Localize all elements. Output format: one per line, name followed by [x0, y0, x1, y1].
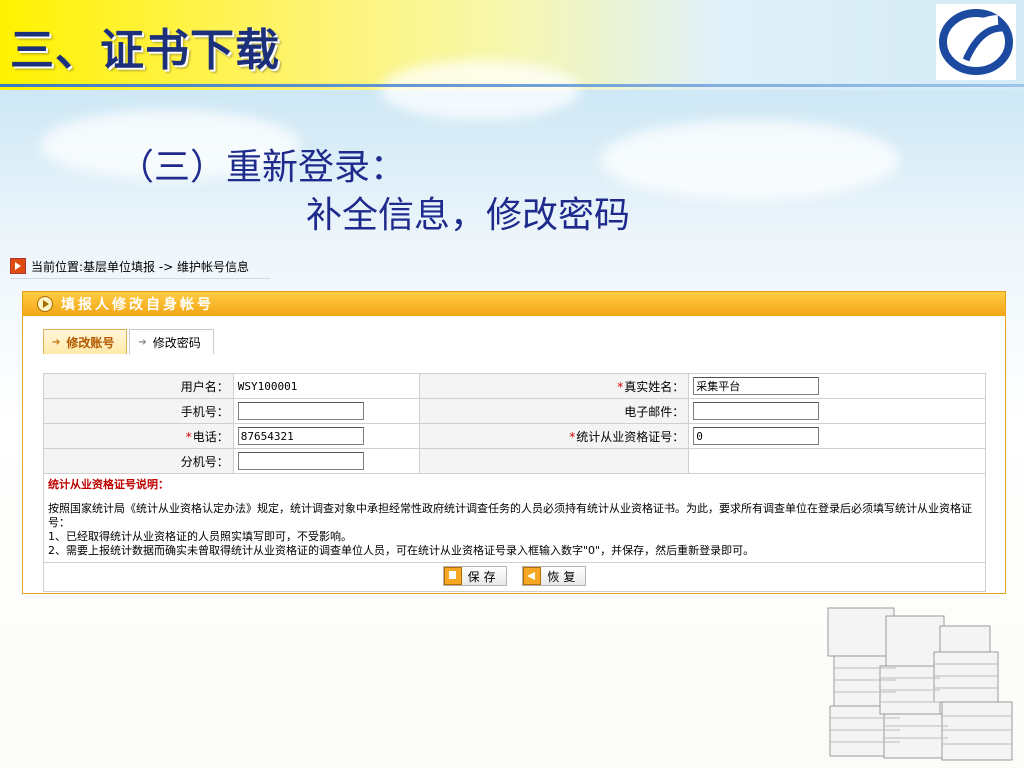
- location-arrow-icon: [10, 258, 26, 274]
- panel-title: 填报人修改自身帐号: [61, 297, 214, 313]
- arrow-right-icon: ➔: [138, 336, 147, 348]
- cloud-decoration: [600, 120, 900, 200]
- save-button-label: 保存: [467, 569, 500, 584]
- section-heading: （三）重新登录：: [118, 147, 407, 188]
- required-mark: *: [617, 379, 624, 394]
- form-row: 用户名： WSY100001 *真实姓名：: [43, 373, 986, 399]
- mobile-label: 手机号：: [43, 398, 234, 424]
- cert-note-row: 统计从业资格证号说明： 按照国家统计局《统计从业资格认定办法》规定，统计调查对象…: [43, 473, 986, 563]
- account-edit-panel: 填报人修改自身帐号 ➔ 修改账号 ➔ 修改密码 用户名： WSY100001 *…: [22, 291, 1006, 594]
- form-row: 分机号：: [43, 448, 986, 474]
- section-subheading: 补全信息，修改密码: [306, 195, 631, 236]
- username-label: 用户名：: [43, 373, 234, 399]
- arrow-circle-icon: [37, 296, 53, 312]
- breadcrumb-text: 当前位置:基层单位填报 -> 维护帐号信息: [31, 259, 250, 274]
- tab-label: 修改账号: [66, 335, 115, 350]
- ext-input[interactable]: [237, 452, 364, 470]
- title-divider: [0, 84, 1024, 87]
- company-logo: [936, 4, 1016, 80]
- ext-label: 分机号：: [43, 448, 234, 474]
- restore-button[interactable]: 恢复: [522, 566, 587, 586]
- cert-label: 统计从业资格证号：: [576, 429, 685, 444]
- cloud-decoration: [380, 60, 580, 120]
- slide-title: 三、证书下载: [10, 25, 280, 76]
- undo-icon: [523, 567, 542, 585]
- form-row: 手机号： 电子邮件：: [43, 398, 986, 424]
- arrow-right-icon: ➔: [52, 336, 61, 348]
- breadcrumb-divider: [10, 278, 270, 279]
- paper-stack-illustration: [822, 596, 1018, 764]
- realname-label: 真实姓名：: [624, 379, 685, 394]
- realname-input[interactable]: [693, 377, 820, 395]
- note-item: 1、已经取得统计从业资格证的人员照实填写即可，不受影响。: [48, 530, 352, 543]
- required-mark: *: [569, 429, 576, 444]
- note-title: 统计从业资格证号说明：: [48, 478, 169, 491]
- phone-input[interactable]: [237, 427, 364, 445]
- email-label: 电子邮件：: [418, 398, 690, 424]
- phone-label: 电话：: [192, 429, 229, 444]
- tab-bar: ➔ 修改账号 ➔ 修改密码: [43, 329, 216, 355]
- button-row: 保存 恢复: [43, 562, 986, 592]
- required-mark: *: [185, 429, 192, 444]
- email-input[interactable]: [693, 402, 820, 420]
- note-paragraph: 按照国家统计局《统计从业资格认定办法》规定，统计调查对象中承担经常性政府统计调查…: [48, 502, 972, 529]
- mobile-input[interactable]: [237, 402, 364, 420]
- username-value: WSY100001: [237, 380, 298, 393]
- account-form: 用户名： WSY100001 *真实姓名： 手机号： 电子邮件： *电话： *统…: [43, 373, 986, 592]
- save-icon: [443, 567, 462, 585]
- form-row: *电话： *统计从业资格证号：: [43, 423, 986, 449]
- note-item: 2、需要上报统计数据而确实未曾取得统计从业资格证的调查单位人员，可在统计从业资格…: [48, 544, 755, 557]
- breadcrumb: 当前位置:基层单位填报 -> 维护帐号信息: [10, 256, 249, 276]
- cert-input[interactable]: [693, 427, 820, 445]
- tab-label: 修改密码: [152, 335, 201, 350]
- restore-button-label: 恢复: [547, 569, 580, 584]
- panel-header: 填报人修改自身帐号: [23, 292, 1005, 316]
- tab-modify-account[interactable]: ➔ 修改账号: [43, 329, 128, 354]
- tab-modify-password[interactable]: ➔ 修改密码: [129, 329, 214, 354]
- save-button[interactable]: 保存: [442, 566, 507, 586]
